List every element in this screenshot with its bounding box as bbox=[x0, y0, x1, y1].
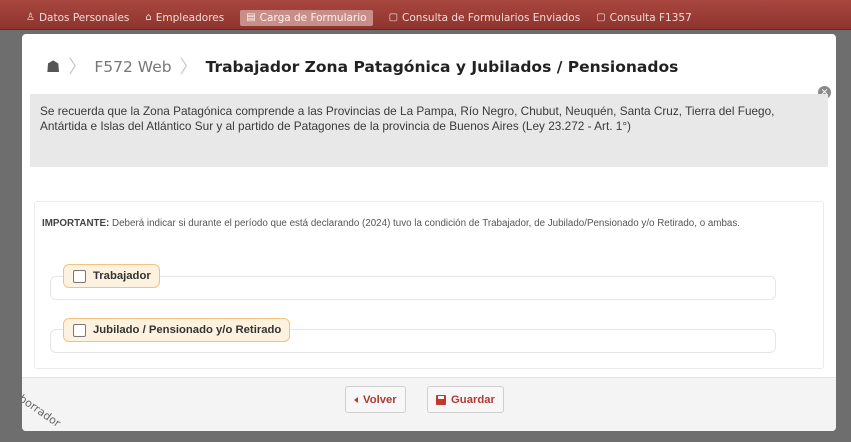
save-button[interactable]: Guardar bbox=[427, 386, 504, 413]
jubilado-option[interactable]: Jubilado / Pensionado y/o Retirado bbox=[63, 318, 291, 342]
form-icon: ▤ bbox=[246, 12, 256, 23]
nav-tab-label: Carga de Formulario bbox=[259, 12, 367, 24]
nav-tab-carga-de-formulario[interactable]: ▤ Carga de Formulario bbox=[240, 10, 373, 26]
nav-tab-label: Consulta F1357 bbox=[609, 12, 692, 24]
trabajador-option[interactable]: Trabajador bbox=[63, 264, 160, 288]
page-title: Trabajador Zona Patagónica y Jubilados /… bbox=[205, 58, 679, 76]
nav-tab-label: Consulta de Formularios Enviados bbox=[402, 12, 581, 24]
breadcrumb-separator: 〉 bbox=[68, 57, 87, 77]
important-text: Deberá indicar si durante el período que… bbox=[109, 218, 740, 229]
important-notice: IMPORTANTE: Deberá indicar si durante el… bbox=[42, 218, 818, 229]
user-icon: ♙ bbox=[26, 12, 35, 23]
nav-tab-consulta-f1357[interactable]: ▢ Consulta F1357 bbox=[596, 12, 692, 24]
breadcrumb-section[interactable]: F572 Web bbox=[94, 58, 171, 76]
trabajador-checkbox[interactable] bbox=[73, 269, 86, 283]
back-button[interactable]: Volver bbox=[345, 386, 406, 413]
jubilado-checkbox[interactable] bbox=[73, 323, 86, 337]
save-icon bbox=[436, 394, 446, 405]
save-button-label: Guardar bbox=[451, 393, 495, 406]
nav-tab-empleadores[interactable]: ⌂ Empleadores bbox=[145, 12, 224, 24]
list-icon: ▢ bbox=[596, 12, 606, 23]
dialog-footer: Volver Guardar bbox=[22, 377, 836, 431]
jubilado-label: Jubilado / Pensionado y/o Retirado bbox=[93, 324, 282, 336]
nav-tab-label: Empleadores bbox=[155, 12, 225, 24]
back-button-label: Volver bbox=[363, 393, 397, 406]
home-icon[interactable]: ☗ bbox=[46, 57, 60, 77]
breadcrumb: ☗ 〉 F572 Web 〉 Trabajador Zona Patagónic… bbox=[46, 54, 678, 80]
caret-left-icon bbox=[354, 396, 358, 403]
nav-tabs: ♙ Datos Personales ⌂ Empleadores ▤ Carga… bbox=[26, 10, 692, 26]
important-label: IMPORTANTE: bbox=[42, 218, 110, 229]
breadcrumb-separator: 〉 bbox=[179, 57, 198, 77]
nav-tab-label: Datos Personales bbox=[38, 12, 130, 24]
bank-icon: ⌂ bbox=[145, 12, 152, 23]
info-notice: Se recuerda que la Zona Patagónica compr… bbox=[30, 94, 828, 167]
dialog: ☗ 〉 F572 Web 〉 Trabajador Zona Patagónic… bbox=[22, 34, 836, 431]
condition-panel: IMPORTANTE: Deberá indicar si durante el… bbox=[34, 201, 824, 369]
nav-tab-consulta-formularios-enviados[interactable]: ▢ Consulta de Formularios Enviados bbox=[389, 12, 581, 24]
top-navigation-bar: ♙ Datos Personales ⌂ Empleadores ▤ Carga… bbox=[0, 0, 851, 30]
list-icon: ▢ bbox=[388, 12, 399, 23]
nav-tab-datos-personales[interactable]: ♙ Datos Personales bbox=[26, 12, 129, 24]
trabajador-label: Trabajador bbox=[93, 270, 151, 282]
